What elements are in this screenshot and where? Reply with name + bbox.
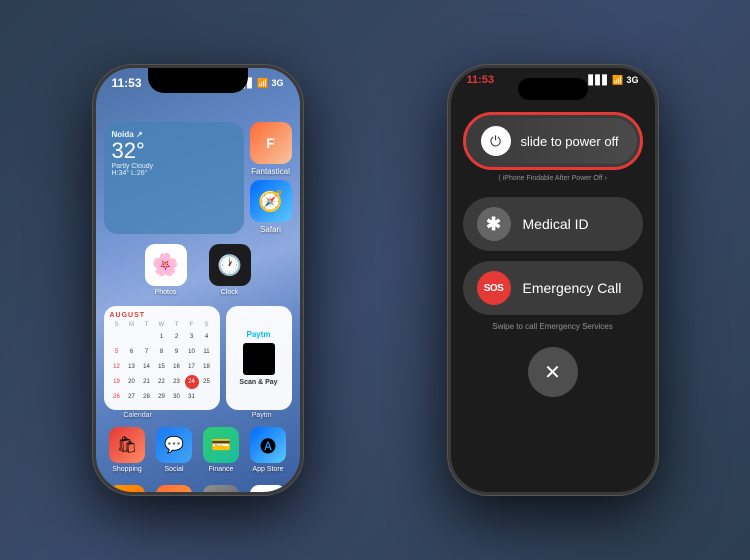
cancel-button[interactable]: ✕ (528, 347, 578, 397)
calendar-grid: 1 2 3 4 5 6 7 8 9 10 11 12 13 (110, 330, 214, 404)
calendar-days-header: SMTWTFS (110, 322, 214, 328)
power-icon: ⏻ (490, 133, 501, 150)
phone2-wifi: 📶 (612, 75, 623, 86)
right-button-highlight (302, 225, 303, 300)
phone2-vol-down[interactable] (448, 238, 450, 260)
app-shopping[interactable]: 🛍 Shopping (109, 427, 145, 473)
findable-text: ⟨ iPhone Findable After Power Off › (498, 174, 607, 182)
safari-icon: 🧭 (250, 180, 292, 222)
left-button-highlight (93, 225, 94, 300)
volume-down-button[interactable] (93, 216, 94, 238)
calendar-app-label: Calendar (123, 412, 151, 419)
food-icon: 🍔 (156, 485, 192, 492)
middle-apps-row: 🛍 Shopping 💬 Social 💳 Finance 🅐 App Stor… (96, 421, 300, 479)
photos-icon: 🌸 (145, 244, 187, 286)
app-google[interactable]: G Google (250, 485, 286, 492)
top-right-apps: F Fantastical 🧭 Safari (250, 122, 292, 234)
power-slider-container[interactable]: ⏻ slide to power off (463, 112, 643, 170)
asterisk-icon: ✱ (486, 214, 501, 235)
app-safari[interactable]: 🧭 Safari (250, 180, 292, 234)
dynamic-island (518, 78, 588, 100)
fantastical-icon: F (250, 122, 292, 164)
medical-id-icon: ✱ (477, 207, 511, 241)
finance-label: Finance (209, 466, 234, 473)
widgets-row-1: Noida ↗ 32° Partly Cloudy H:34° L:26° F … (96, 122, 300, 234)
volume-up-button[interactable] (93, 174, 94, 196)
emergency-call-label: Emergency Call (523, 280, 622, 296)
phone2-power[interactable] (656, 187, 658, 223)
paytm-qr: ⊞ (243, 343, 275, 375)
phone2-mute[interactable] (448, 161, 450, 175)
settings-icon: ⚙️ (203, 485, 239, 492)
phone2-screen: 11:53 ▋▋▋ 📶 3G ⏻ slide to power (451, 68, 655, 492)
app-clock[interactable]: 🕐 Clock (209, 244, 251, 296)
phone1: 11:53 ▋▋▋ 📶 3G Noida ↗ 32° Partly Cloudy… (93, 65, 303, 495)
app-finance[interactable]: 💳 Finance (203, 427, 239, 473)
social-icon: 💬 (156, 427, 192, 463)
photos-clock-row: 🌸 Photos 🕐 Clock (96, 238, 300, 302)
phone2: 11:53 ▋▋▋ 📶 3G ⏻ slide to power (448, 65, 658, 495)
paytm-widget[interactable]: Paytm ⊞ Scan & Pay (226, 306, 292, 410)
phone2-signal: ▋▋▋ (589, 75, 610, 86)
weather-city: Noida ↗ (112, 130, 236, 139)
calendar-month: AUGUST (110, 312, 214, 319)
mute-button[interactable] (93, 149, 94, 163)
weather-temp: 32° (112, 139, 236, 163)
phone2-network: 3G (626, 75, 638, 85)
phone1-body: 11:53 ▋▋▋ 📶 3G Noida ↗ 32° Partly Cloudy… (93, 65, 303, 495)
status-time: 11:53 (112, 76, 142, 90)
app-fantastical[interactable]: F Fantastical (250, 122, 292, 176)
shopping-icon: 🛍 (109, 427, 145, 463)
weather-widget[interactable]: Noida ↗ 32° Partly Cloudy H:34° L:26° (104, 122, 244, 234)
app-food[interactable]: 🍔 Food (156, 485, 192, 492)
appstore-label: App Store (252, 466, 283, 473)
sos-text: SOS (484, 283, 504, 294)
power-slider-label: slide to power off (521, 134, 619, 149)
power-button[interactable] (302, 187, 303, 223)
phone2-status-icons: ▋▋▋ 📶 3G (589, 75, 639, 86)
cancel-icon: ✕ (544, 360, 561, 385)
main-container: 11:53 ▋▋▋ 📶 3G Noida ↗ 32° Partly Cloudy… (0, 0, 750, 560)
bottom-apps-row: 🎵 Audio 🍔 Food ⚙️ Settings G Google (96, 479, 300, 492)
notch (148, 68, 248, 93)
phone1-screen: 11:53 ▋▋▋ 📶 3G Noida ↗ 32° Partly Cloudy… (96, 68, 300, 492)
google-icon: G (250, 485, 286, 492)
medical-id-button[interactable]: ✱ Medical ID (463, 197, 643, 251)
network-badge: 3G (271, 78, 283, 88)
app-settings[interactable]: ⚙️ Settings (203, 485, 239, 492)
app-social[interactable]: 💬 Social (156, 427, 192, 473)
sos-icon: SOS (477, 271, 511, 305)
power-slider[interactable]: ⏻ slide to power off (469, 118, 637, 164)
clock-label: Clock (221, 289, 239, 296)
app-appstore[interactable]: 🅐 App Store (250, 427, 286, 473)
clock-icon: 🕐 (209, 244, 251, 286)
phone2-body: 11:53 ▋▋▋ 📶 3G ⏻ slide to power (448, 65, 658, 495)
paytm-logo: Paytm (246, 330, 270, 339)
app-audio[interactable]: 🎵 Audio (109, 485, 145, 492)
emergency-call-button[interactable]: SOS Emergency Call (463, 261, 643, 315)
paytm-scan-label: Scan & Pay (239, 379, 277, 386)
appstore-icon: 🅐 (250, 427, 286, 463)
social-label: Social (164, 466, 183, 473)
app-photos[interactable]: 🌸 Photos (145, 244, 187, 296)
phone2-status-time: 11:53 (467, 74, 495, 86)
calendar-widget[interactable]: AUGUST SMTWTFS 1 2 3 4 5 (104, 306, 220, 410)
safari-label: Safari (260, 225, 281, 234)
medical-id-label: Medical ID (523, 216, 589, 232)
photos-label: Photos (155, 289, 177, 296)
power-circle[interactable]: ⏻ (481, 126, 511, 156)
shopping-label: Shopping (112, 466, 142, 473)
weather-hilo: H:34° L:26° (112, 170, 236, 177)
widgets-row-2: AUGUST SMTWTFS 1 2 3 4 5 (96, 306, 300, 410)
audio-icon: 🎵 (109, 485, 145, 492)
wifi-icon: 📶 (257, 78, 268, 89)
finance-icon: 💳 (203, 427, 239, 463)
paytm-app-label: Paytm (252, 412, 272, 419)
phone2-vol-up[interactable] (448, 195, 450, 217)
swipe-hint: Swipe to call Emergency Services (492, 322, 613, 331)
fantastical-label: Fantastical (251, 167, 290, 176)
widget-labels: Calendar Paytm (96, 410, 300, 421)
